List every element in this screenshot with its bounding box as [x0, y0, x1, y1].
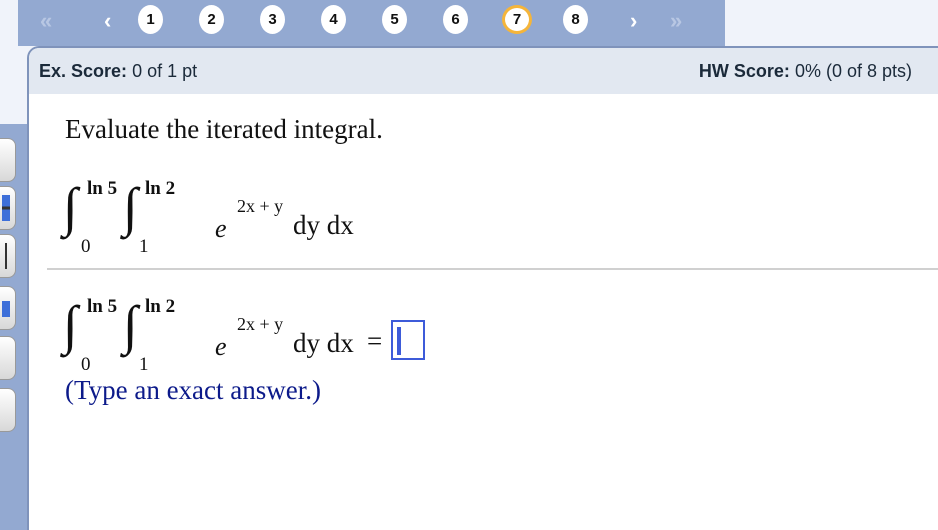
double-chevron-left-icon: «: [40, 8, 53, 33]
question-navbar: « ‹ 1 2 3 4 5 6 7 8 › »: [18, 0, 725, 46]
double-chevron-right-icon: »: [670, 8, 683, 33]
integral-sign: ∫: [123, 177, 138, 237]
equals-sign: =: [367, 326, 383, 356]
outer-lower-limit: 0: [81, 354, 91, 375]
exponential-base: e: [215, 214, 227, 243]
differentials: dy dx: [293, 210, 354, 240]
question-7-button[interactable]: 7: [502, 5, 532, 34]
absolute-value-icon: [5, 243, 7, 269]
question-6-button[interactable]: 6: [443, 5, 468, 34]
math-palette: [0, 124, 27, 530]
exercise-score: Ex. Score: 0 of 1 pt: [39, 61, 197, 82]
question-4-button[interactable]: 4: [321, 5, 346, 34]
score-bar: Ex. Score: 0 of 1 pt HW Score: 0% (0 of …: [29, 48, 938, 94]
inner-upper-limit: ln 2: [145, 178, 176, 199]
question-5-button[interactable]: 5: [382, 5, 407, 34]
ex-score-label: Ex. Score:: [39, 61, 128, 81]
text-cursor: [397, 327, 401, 355]
palette-button-6[interactable]: [0, 388, 16, 432]
hw-score-value: 0% (0 of 8 pts): [794, 61, 912, 81]
answer-hint: (Type an exact answer.): [65, 375, 321, 405]
inner-lower-limit: 1: [139, 354, 149, 375]
palette-button-fraction[interactable]: [0, 186, 16, 230]
exponential-base: e: [215, 332, 227, 361]
outer-upper-limit: ln 5: [87, 178, 118, 199]
fraction-icon: [2, 195, 10, 221]
outer-upper-limit: ln 5: [87, 296, 118, 317]
answer-expression: ∫ ln 5 0 ∫ ln 2 1 e 2x + y dy dx =: [63, 294, 465, 384]
question-8-button[interactable]: 8: [563, 5, 588, 34]
hw-score-label: HW Score:: [698, 61, 790, 81]
first-question-button[interactable]: «: [40, 8, 53, 34]
ex-score-value: 0 of 1 pt: [132, 61, 198, 81]
divider: [47, 268, 938, 270]
integral-sign: ∫: [63, 295, 78, 355]
question-prompt: Evaluate the iterated integral.: [65, 114, 383, 144]
answer-input[interactable]: [391, 320, 425, 360]
question-1-button[interactable]: 1: [138, 5, 163, 34]
inner-lower-limit: 1: [139, 236, 149, 257]
question-panel: Ex. Score: 0 of 1 pt HW Score: 0% (0 of …: [27, 46, 938, 530]
outer-lower-limit: 0: [81, 236, 91, 257]
last-question-button[interactable]: »: [670, 8, 683, 34]
differentials: dy dx: [293, 328, 354, 358]
question-3-button[interactable]: 3: [260, 5, 285, 34]
palette-button-template[interactable]: [0, 138, 16, 182]
palette-button-absolute-value[interactable]: [0, 234, 16, 278]
mixed-number-icon: [2, 301, 10, 317]
exponent: 2x + y: [237, 196, 284, 216]
homework-score: HW Score: 0% (0 of 8 pts): [699, 61, 912, 82]
integral-sign: ∫: [123, 295, 138, 355]
palette-button-mixed-number[interactable]: [0, 286, 16, 330]
integral-sign: ∫: [63, 177, 78, 237]
inner-upper-limit: ln 2: [145, 296, 176, 317]
question-2-button[interactable]: 2: [199, 5, 224, 34]
exponent: 2x + y: [237, 314, 284, 334]
integral-expression: ∫ ln 5 0 ∫ ln 2 1 e 2x + y dy dx: [63, 176, 465, 266]
palette-button-5[interactable]: [0, 336, 16, 380]
